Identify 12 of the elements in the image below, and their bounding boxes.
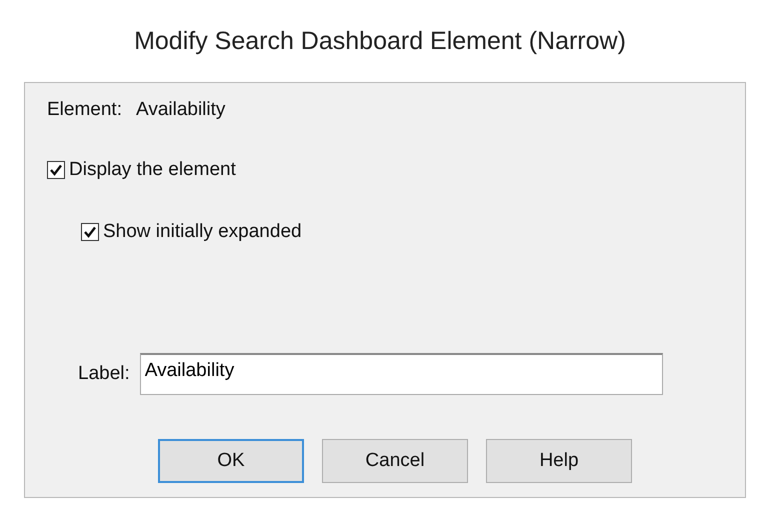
checkbox[interactable] [81,223,99,241]
checkbox-label: Show initially expanded [103,221,302,243]
dialog-button[interactable]: OK [158,439,304,483]
window-title: Modify Search Dashboard Element (Narrow) [133,26,627,56]
element-value: Availability [136,99,226,121]
dialog-button[interactable]: Help [486,439,632,483]
checkbox[interactable] [47,161,65,179]
label-caption: Label: [78,363,130,385]
checkbox-label: Display the element [69,159,236,181]
label-field[interactable]: Availability [140,353,663,395]
dialog-button[interactable]: Cancel [322,439,468,483]
element-label: Element: [47,99,122,121]
